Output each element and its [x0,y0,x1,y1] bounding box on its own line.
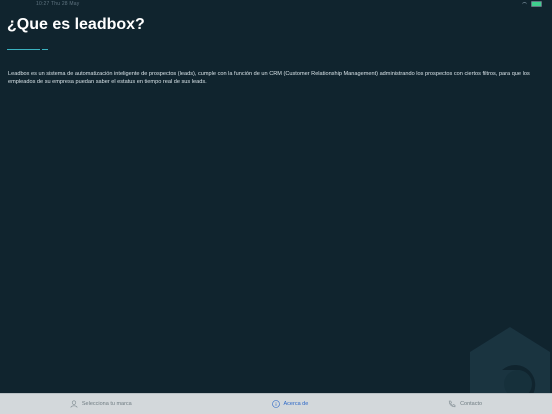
tab-label: Contacto [460,401,483,407]
person-icon [70,400,78,408]
status-icons [522,1,542,7]
app-screen: 10:27 Thu 28 May ¿Que es leadbox? Leadbo… [0,0,552,414]
page-description: Leadbox es un sistema de automatización … [8,71,530,85]
leadbox-logo-watermark-icon [470,327,550,402]
title-underline [7,49,40,50]
status-time: 10:27 Thu 28 May [36,1,80,7]
info-icon [271,400,280,408]
tab-acerca-de[interactable]: Acerca de [271,400,309,408]
tab-contacto[interactable]: Contacto [448,400,482,408]
wifi-icon [522,1,527,7]
tab-label: Selecciona tu marca [81,401,132,407]
status-bar: 10:27 Thu 28 May [0,0,552,8]
tab-label: Acerca de [283,401,309,407]
phone-icon [448,400,456,408]
bottom-tab-bar: Selecciona tu marca Acerca de Contacto [0,393,552,414]
title-underline-accent [42,49,48,50]
battery-icon [531,1,542,7]
page-title: ¿Que es leadbox? [7,16,145,33]
tab-selecciona-tu-marca[interactable]: Selecciona tu marca [70,400,132,408]
